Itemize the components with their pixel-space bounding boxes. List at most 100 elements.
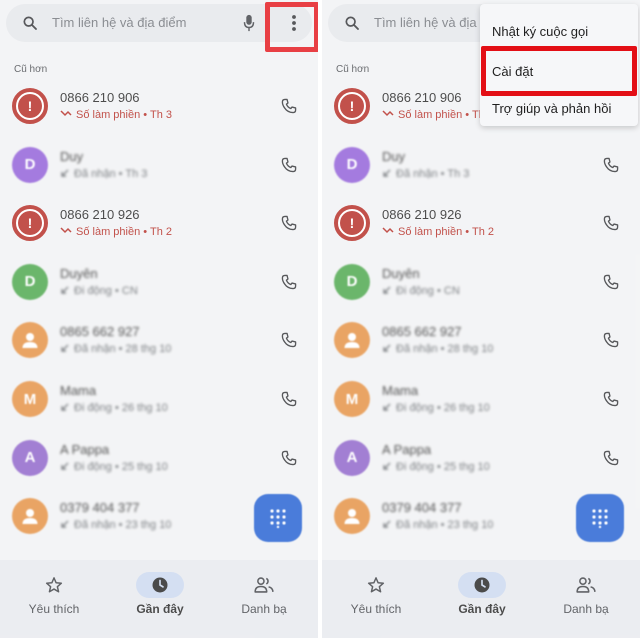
- call-detail: Đi động • CN: [60, 285, 138, 297]
- call-log-row[interactable]: 0865 662 927 Đã nhận • 28 thg 10: [0, 316, 318, 368]
- menu-item-call-history[interactable]: Nhật ký cuộc gọi: [492, 24, 588, 39]
- contact-avatar: D: [12, 263, 48, 300]
- more-options-highlight: [265, 2, 318, 52]
- alert-icon: !: [340, 211, 364, 236]
- phone-icon[interactable]: [280, 156, 298, 174]
- incoming-call-icon: [61, 462, 69, 470]
- people-icon: [254, 577, 274, 593]
- call-detail: Đã nhận • Th 3: [60, 168, 147, 180]
- caller-name: 0379 404 377: [60, 500, 140, 516]
- call-log-row[interactable]: M Mama Đi động • 26 thg 10: [322, 375, 640, 427]
- caller-name: 0866 210 906: [60, 90, 140, 105]
- caller-name: Mama: [60, 383, 97, 398]
- call-log-row[interactable]: D Duy Đã nhận • Th 3: [322, 141, 640, 193]
- phone-icon[interactable]: [280, 273, 298, 291]
- clock-icon: [152, 577, 168, 593]
- phone-icon[interactable]: [602, 156, 620, 174]
- phone-icon[interactable]: [280, 390, 298, 408]
- nav-favorites-label: Yêu thích: [350, 602, 402, 616]
- call-detail: Đã nhận • 23 thg 10: [382, 519, 493, 531]
- caller-name: 0865 662 927: [60, 324, 140, 340]
- nav-contacts-label: Danh bạ: [563, 602, 609, 616]
- incoming-call-icon: [383, 344, 391, 353]
- nav-favorites[interactable]: Yêu thích: [4, 570, 104, 630]
- dialer-screen-left: Tìm liên hệ và địa điểm Cũ hơn ! 0866 210…: [0, 0, 318, 638]
- avatar-letter: D: [346, 156, 358, 174]
- incoming-call-icon: [61, 403, 69, 411]
- call-log-row[interactable]: 0865 662 927 Đã nhận • 28 thg 10: [322, 316, 640, 368]
- spam-avatar: !: [334, 205, 370, 242]
- incoming-call-icon: [383, 520, 391, 528]
- contact-avatar: [334, 322, 370, 359]
- contact-avatar: A: [334, 439, 370, 476]
- caller-name: Mama: [382, 383, 419, 398]
- search-input[interactable]: Tìm liên hệ và địa điểm: [52, 15, 186, 30]
- incoming-call-icon: [61, 344, 69, 353]
- nav-contacts[interactable]: Danh bạ: [536, 570, 636, 630]
- call-log-row[interactable]: ! 0866 210 926 Số làm phiền • Th 2: [0, 199, 318, 251]
- phone-icon[interactable]: [602, 331, 620, 349]
- mic-icon[interactable]: [242, 14, 256, 32]
- nav-contacts[interactable]: Danh bạ: [214, 570, 314, 630]
- spam-avatar: !: [334, 88, 370, 124]
- call-detail: Số làm phiền • Th 2: [60, 226, 172, 238]
- bottom-navigation: Yêu thích Gần đây Danh bạ: [322, 560, 640, 638]
- alert-icon: !: [18, 211, 42, 236]
- call-detail-text: Đi động • CN: [74, 284, 138, 297]
- call-detail: Số làm phiền • Th 3: [382, 109, 494, 121]
- call-log-row[interactable]: D Duy Đã nhận • Th 3: [0, 141, 318, 193]
- incoming-call-icon: [61, 169, 69, 177]
- phone-icon[interactable]: [280, 214, 298, 232]
- phone-icon[interactable]: [602, 390, 620, 408]
- settings-highlight: [481, 46, 637, 96]
- call-log-row[interactable]: ! 0866 210 926 Số làm phiền • Th 2: [322, 199, 640, 251]
- person-icon: [344, 333, 360, 349]
- missed-call-icon: [382, 110, 394, 117]
- caller-name: Duyên: [60, 265, 98, 281]
- phone-icon[interactable]: [280, 449, 298, 467]
- dialpad-button[interactable]: [576, 494, 624, 542]
- nav-contacts-label: Danh bạ: [241, 602, 287, 616]
- dialpad-icon: [592, 509, 608, 528]
- call-detail: Đi động • CN: [382, 285, 460, 297]
- phone-icon[interactable]: [280, 97, 298, 115]
- spam-avatar: !: [12, 205, 48, 242]
- caller-name: Duy: [60, 148, 84, 164]
- nav-recents[interactable]: Gần đây: [432, 570, 532, 630]
- bottom-navigation: Yêu thích Gần đây Danh bạ: [0, 560, 318, 638]
- caller-name: A Pappa: [382, 441, 432, 457]
- nav-favorites-label: Yêu thích: [28, 602, 80, 616]
- phone-icon[interactable]: [280, 331, 298, 349]
- call-detail-text: Đi động • 25 thg 10: [396, 460, 490, 473]
- star-icon: [367, 577, 385, 593]
- contact-avatar: [334, 498, 370, 535]
- caller-name: Duyên: [382, 265, 420, 281]
- star-icon: [45, 577, 63, 593]
- call-log-row[interactable]: M Mama Đi động • 26 thg 10: [0, 375, 318, 427]
- phone-icon[interactable]: [602, 273, 620, 291]
- phone-icon[interactable]: [602, 449, 620, 467]
- call-detail-text: Đi động • 26 thg 10: [74, 402, 168, 414]
- nav-favorites[interactable]: Yêu thích: [326, 570, 426, 630]
- call-detail-text: Đã nhận • 23 thg 10: [74, 519, 172, 532]
- call-log-row[interactable]: A A Pappa Đi động • 25 thg 10: [322, 434, 640, 486]
- menu-item-help[interactable]: Trợ giúp và phản hồi: [492, 101, 611, 116]
- dialpad-button[interactable]: [254, 494, 302, 542]
- contact-avatar: A: [12, 439, 48, 476]
- call-log-row[interactable]: D Duyên Đi động • CN: [0, 258, 318, 310]
- caller-name: 0866 210 906: [382, 90, 462, 105]
- phone-icon[interactable]: [602, 214, 620, 232]
- search-icon: [345, 16, 359, 30]
- avatar-letter: A: [24, 449, 36, 467]
- call-log-row[interactable]: D Duyên Đi động • CN: [322, 258, 640, 310]
- call-log-row[interactable]: ! 0866 210 906 Số làm phiền • Th 3: [0, 82, 318, 134]
- call-log-row[interactable]: A A Pappa Đi động • 25 thg 10: [0, 434, 318, 486]
- missed-call-icon: [60, 227, 72, 234]
- dialpad-icon: [270, 509, 286, 528]
- contact-avatar: D: [12, 146, 48, 183]
- nav-recents[interactable]: Gần đây: [110, 570, 210, 630]
- contact-avatar: [12, 498, 48, 535]
- call-detail: Đã nhận • 28 thg 10: [382, 343, 493, 355]
- avatar-letter: M: [23, 390, 37, 408]
- call-detail: Đi động • 26 thg 10: [60, 402, 168, 414]
